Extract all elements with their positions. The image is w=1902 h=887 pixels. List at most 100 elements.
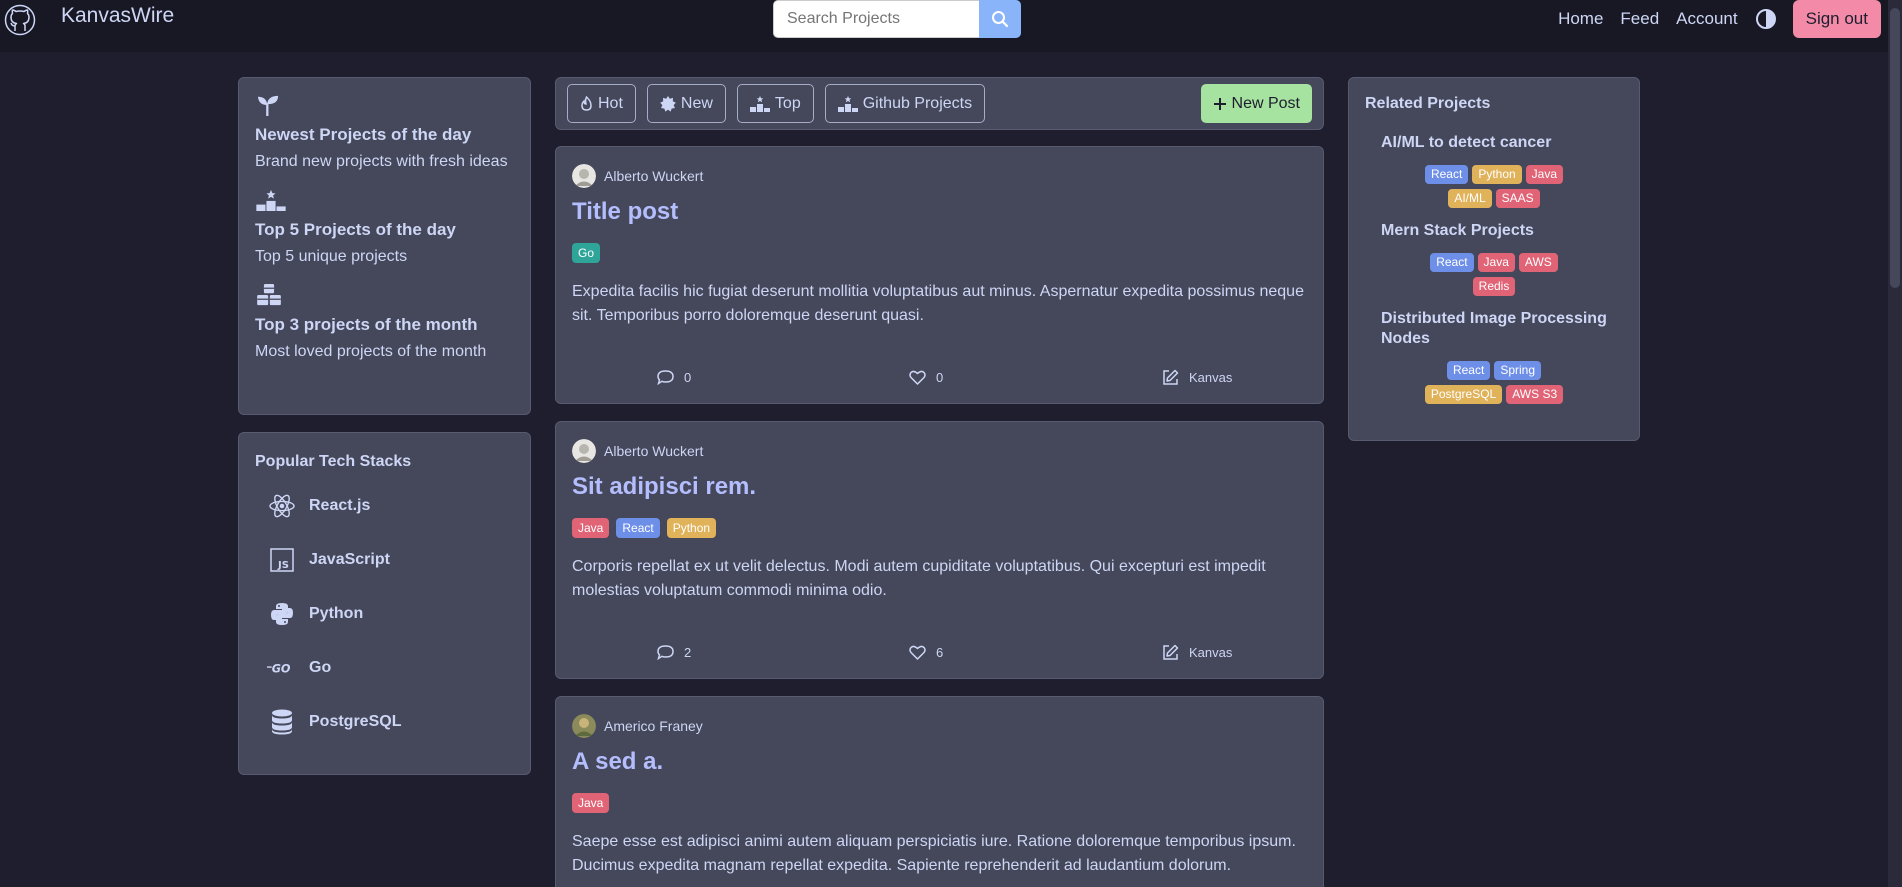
heart-icon xyxy=(909,370,926,385)
tag[interactable]: Python xyxy=(1472,165,1522,184)
related-project-tags: React Spring PostgreSQL AWS S3 xyxy=(1365,361,1623,409)
comments-button[interactable]: 0 xyxy=(657,367,691,387)
react-icon xyxy=(267,491,297,521)
search-input[interactable] xyxy=(773,0,979,38)
brand-name[interactable]: KanvasWire xyxy=(61,4,174,28)
highlight-title: Top 5 Projects of the day xyxy=(255,220,456,239)
avatar xyxy=(572,714,596,738)
highlight-title: Newest Projects of the day xyxy=(255,125,472,144)
filter-hot-button[interactable]: Hot xyxy=(567,84,636,123)
stack-item-postgresql[interactable]: PostgreSQL xyxy=(255,695,514,749)
github-icon[interactable] xyxy=(4,4,36,36)
post-title[interactable]: Sit adipisci rem. xyxy=(572,473,1307,501)
highlight-subtitle: Brand new projects with fresh ideas xyxy=(255,153,508,170)
related-project-title[interactable]: AI/ML to detect cancer xyxy=(1365,133,1623,153)
tag[interactable]: Spring xyxy=(1494,361,1542,380)
related-project-title[interactable]: Distributed Image Processing Nodes xyxy=(1365,309,1623,349)
post-title[interactable]: Title post xyxy=(572,198,1307,226)
stack-item-go[interactable]: GO Go xyxy=(255,641,514,695)
scrollbar[interactable] xyxy=(1888,0,1902,887)
nav-link-account[interactable]: Account xyxy=(1676,9,1737,29)
post-card[interactable]: Alberto Wuckert Sit adipisci rem. Java R… xyxy=(555,421,1324,679)
tag[interactable]: Java xyxy=(1525,165,1564,184)
tag[interactable]: React xyxy=(1430,253,1474,272)
post-author[interactable]: Alberto Wuckert xyxy=(572,439,1307,463)
tag[interactable]: React xyxy=(1446,361,1491,380)
new-post-button[interactable]: New Post xyxy=(1200,84,1312,123)
stack-item-javascript[interactable]: JS JavaScript xyxy=(255,533,514,587)
filter-github-button[interactable]: Github Projects xyxy=(824,84,986,123)
tag[interactable]: React xyxy=(616,518,660,538)
tag[interactable]: AI/ML xyxy=(1448,189,1492,208)
stack-label: PostgreSQL xyxy=(309,713,402,730)
tag[interactable]: Java xyxy=(572,518,610,538)
comment-count: 2 xyxy=(684,644,692,660)
cubes-icon xyxy=(257,284,281,306)
like-button[interactable]: 6 xyxy=(909,642,943,662)
tag[interactable]: Java xyxy=(1477,253,1515,272)
post-footer: 2 6 Kanvas xyxy=(556,642,1323,662)
tag[interactable]: PostgreSQL xyxy=(1424,385,1503,404)
stack-label: React.js xyxy=(309,497,371,514)
related-project-tags: React Python Java AI/ML SAAS xyxy=(1365,165,1623,213)
filter-new-button[interactable]: New xyxy=(646,84,726,123)
ranking-star-icon xyxy=(256,189,286,211)
related-project-tags: React Java AWS Redis xyxy=(1365,253,1623,301)
tag[interactable]: AWS S3 xyxy=(1506,385,1564,404)
highlight-top3[interactable]: Top 3 projects of the month Most loved p… xyxy=(255,284,514,361)
theme-toggle-icon[interactable] xyxy=(1755,8,1777,30)
nav-link-feed[interactable]: Feed xyxy=(1620,9,1659,29)
comments-button[interactable]: 2 xyxy=(657,642,691,662)
svg-text:JS: JS xyxy=(277,560,289,571)
stack-label: JavaScript xyxy=(309,551,390,568)
search-bar xyxy=(773,0,1021,38)
search-button[interactable] xyxy=(979,0,1021,38)
avatar xyxy=(572,164,596,188)
edit-icon xyxy=(1163,644,1179,660)
highlight-subtitle: Most loved projects of the month xyxy=(255,343,487,360)
highlight-top5[interactable]: Top 5 Projects of the day Top 5 unique p… xyxy=(255,189,514,266)
tag[interactable]: Java xyxy=(572,793,610,813)
post-title[interactable]: A sed a. xyxy=(572,748,1307,776)
post-author[interactable]: Americo Franey xyxy=(572,714,1307,738)
highlight-title: Top 3 projects of the month xyxy=(255,315,478,334)
filter-top-button[interactable]: Top xyxy=(736,84,814,123)
plus-icon xyxy=(1213,97,1226,110)
tag[interactable]: Python xyxy=(666,518,717,538)
tag[interactable]: SAAS xyxy=(1495,189,1540,208)
tag[interactable]: AWS xyxy=(1518,253,1558,272)
highlight-newest[interactable]: Newest Projects of the day Brand new pro… xyxy=(255,94,514,171)
platform-link[interactable]: Kanvas xyxy=(1162,642,1232,662)
tag[interactable]: Redis xyxy=(1472,277,1516,296)
related-project-title[interactable]: Mern Stack Projects xyxy=(1365,221,1623,241)
stack-item-python[interactable]: Python xyxy=(255,587,514,641)
post-tags: Java React Python xyxy=(572,518,1307,538)
post-tags: Go xyxy=(572,243,1307,263)
highlight-subtitle: Top 5 unique projects xyxy=(255,248,408,265)
post-body: Saepe esse est adipisci animi autem aliq… xyxy=(572,833,1296,874)
heart-icon xyxy=(909,645,926,660)
like-button[interactable]: 0 xyxy=(909,367,943,387)
python-icon xyxy=(267,599,297,629)
comment-count: 0 xyxy=(684,369,692,385)
comment-icon xyxy=(657,644,674,660)
post-author[interactable]: Alberto Wuckert xyxy=(572,164,1307,188)
post-card[interactable]: Alberto Wuckert Title post Go Expedita f… xyxy=(555,146,1324,404)
stack-item-react[interactable]: React.js xyxy=(255,479,514,533)
nav-link-home[interactable]: Home xyxy=(1558,9,1603,29)
navbar: KanvasWire Home Feed Account Sign out xyxy=(0,0,1902,52)
scrollbar-thumb[interactable] xyxy=(1890,8,1900,288)
platform-link[interactable]: Kanvas xyxy=(1162,367,1232,387)
fire-icon xyxy=(581,96,592,111)
platform-name: Kanvas xyxy=(1189,369,1233,385)
edit-icon xyxy=(1163,369,1179,385)
database-icon xyxy=(267,707,297,737)
post-card[interactable]: Americo Franey A sed a. Java Saepe esse … xyxy=(555,696,1324,887)
tag[interactable]: Go xyxy=(572,243,601,263)
stack-label: Python xyxy=(309,605,364,622)
new-badge-icon xyxy=(660,95,676,112)
tag[interactable]: React xyxy=(1424,165,1469,184)
signout-button[interactable]: Sign out xyxy=(1792,0,1881,38)
nav-links: Home Feed Account Sign out xyxy=(1558,0,1902,38)
post-body: Expedita facilis hic fugiat deserunt mol… xyxy=(572,283,1304,324)
